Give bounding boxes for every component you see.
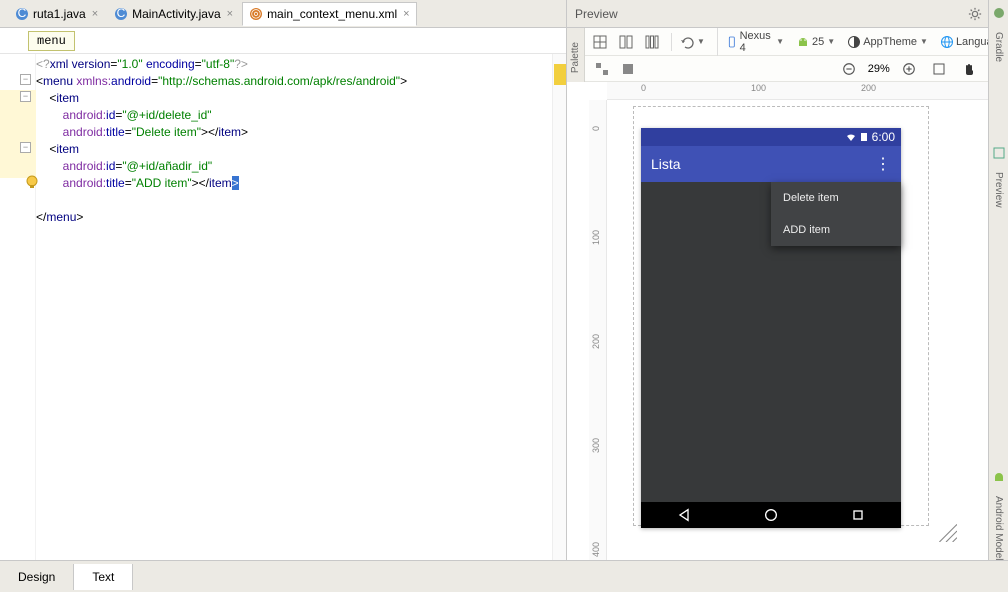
rail-preview-tab[interactable]: Preview [993, 172, 1004, 208]
android-model-icon [992, 470, 1006, 484]
gear-icon [968, 7, 982, 21]
tab-design[interactable]: Design [0, 564, 74, 590]
preview-zoom-bar: 29% [567, 56, 1008, 82]
preview-rail-icon [992, 146, 1006, 160]
globe-icon [940, 35, 954, 49]
breadcrumb-bar: menu [0, 28, 566, 54]
fold-toggle-icon[interactable]: − [20, 74, 31, 85]
zoom-in-icon [902, 62, 916, 76]
android-statusbar: 6:00 [641, 128, 901, 146]
breadcrumb-item[interactable]: menu [28, 31, 75, 51]
palette-label: Palette [570, 42, 581, 73]
editor-gutter: − − − [0, 54, 36, 560]
theme-selector[interactable]: AppTheme▼ [843, 33, 932, 51]
close-tab-icon[interactable]: × [92, 8, 98, 20]
zoom-out-icon [842, 62, 856, 76]
overflow-menu-icon[interactable]: ⋮ [875, 154, 891, 174]
theme-label: AppTheme [863, 36, 917, 48]
context-menu-popup: Delete item ADD item [771, 182, 901, 246]
phone-icon [726, 35, 738, 49]
nav-recent-icon[interactable] [850, 507, 866, 523]
close-tab-icon[interactable]: × [403, 8, 409, 20]
android-appbar: Lista ⋮ [641, 146, 901, 182]
device-preview[interactable]: 6:00 Lista ⋮ Delete item ADD item [641, 128, 921, 528]
wifi-icon [846, 132, 856, 142]
columns-icon [645, 35, 659, 49]
orientation-button[interactable]: ▼ [671, 33, 709, 51]
theme-icon [847, 35, 861, 49]
nav-home-icon[interactable] [763, 507, 779, 523]
android-navbar [641, 502, 901, 528]
gradle-icon [992, 6, 1006, 20]
fit-icon [932, 62, 946, 76]
editor-tab-bar: Cruta1.java × C MainActivity.java × ◎ main_con… [0, 0, 566, 28]
preview-pane: Preview Palette ▼ Nexus 4▼ 25▼ [567, 0, 1008, 560]
battery-icon [860, 132, 868, 142]
api-label: 25 [812, 36, 824, 48]
right-tool-rail: Gradle Preview Android Model [988, 0, 1008, 560]
zoom-out-button[interactable] [838, 60, 860, 78]
status-time: 6:00 [872, 130, 895, 144]
fold-toggle-icon[interactable]: − [20, 91, 31, 102]
close-tab-icon[interactable]: × [227, 8, 233, 20]
device-selector[interactable]: Nexus 4▼ [717, 28, 788, 56]
editor-pane: Cruta1.java × C MainActivity.java × ◎ main_con… [0, 0, 567, 560]
nav-back-icon[interactable] [676, 507, 692, 523]
fold-toggle-icon[interactable]: − [20, 142, 31, 153]
appbar-title: Lista [651, 156, 875, 172]
ruler-vertical: 0100200300400 [589, 100, 607, 560]
menu-item-add[interactable]: ADD item [771, 214, 901, 246]
preview-toolbar: ▼ Nexus 4▼ 25▼ AppTheme▼ Language▼ [567, 28, 1008, 56]
viewmode-both-button[interactable] [641, 33, 663, 51]
zoom-in-button[interactable] [898, 60, 920, 78]
grid2-icon [619, 35, 633, 49]
pan-button[interactable] [958, 60, 980, 78]
squares-icon [595, 62, 609, 76]
layout-variant-button[interactable] [591, 60, 613, 78]
editor-tab[interactable]: Cruta1.java × [8, 2, 105, 26]
editor-tab[interactable]: C MainActivity.java × [107, 2, 240, 26]
svg-text:C: C [18, 7, 27, 20]
resize-handle-icon[interactable] [935, 520, 957, 542]
file-icon: C [114, 7, 128, 21]
android-icon [796, 35, 810, 49]
file-icon: C [15, 7, 29, 21]
svg-text:C: C [117, 7, 126, 20]
preview-title: Preview [575, 7, 618, 21]
palette-tool-strip[interactable]: Palette [567, 28, 585, 88]
rotate-icon [680, 35, 694, 49]
tab-text[interactable]: Text [74, 564, 133, 590]
device-label: Nexus 4 [740, 30, 774, 54]
file-icon: ◎ [249, 7, 263, 21]
tab-label: main_context_menu.xml [267, 7, 397, 21]
error-stripe[interactable] [552, 54, 566, 560]
zoom-value: 29% [868, 63, 890, 75]
preview-canvas[interactable]: 0100200 0100200300400 6:00 Lista ⋮ [567, 82, 1008, 560]
svg-text:◎: ◎ [251, 7, 261, 20]
rail-gradle-tab[interactable]: Gradle [993, 32, 1004, 62]
editor-tab[interactable]: ◎ main_context_menu.xml × [242, 2, 417, 26]
editor-mode-tabs: Design Text [0, 560, 1008, 592]
tab-label: MainActivity.java [132, 7, 220, 21]
code-editor[interactable]: − − − <?xml version="1.0" encoding="utf-… [0, 54, 566, 560]
viewmode-design-button[interactable] [615, 33, 637, 51]
grid-icon [593, 35, 607, 49]
device-frame: 6:00 Lista ⋮ Delete item ADD item [641, 128, 901, 528]
ruler-horizontal: 0100200 [607, 82, 1008, 100]
api-selector[interactable]: 25▼ [792, 33, 839, 51]
layout-variant2-button[interactable] [617, 60, 639, 78]
menu-item-delete[interactable]: Delete item [771, 182, 901, 214]
rail-android-model-tab[interactable]: Android Model [993, 496, 1004, 560]
zoom-fit-button[interactable] [928, 60, 950, 78]
viewmode-blueprint-button[interactable] [589, 33, 611, 51]
preview-title-bar: Preview [567, 0, 1008, 28]
square-icon [621, 62, 635, 76]
hand-icon [962, 62, 976, 76]
settings-button[interactable] [964, 5, 990, 23]
tab-label: ruta1.java [33, 7, 86, 21]
